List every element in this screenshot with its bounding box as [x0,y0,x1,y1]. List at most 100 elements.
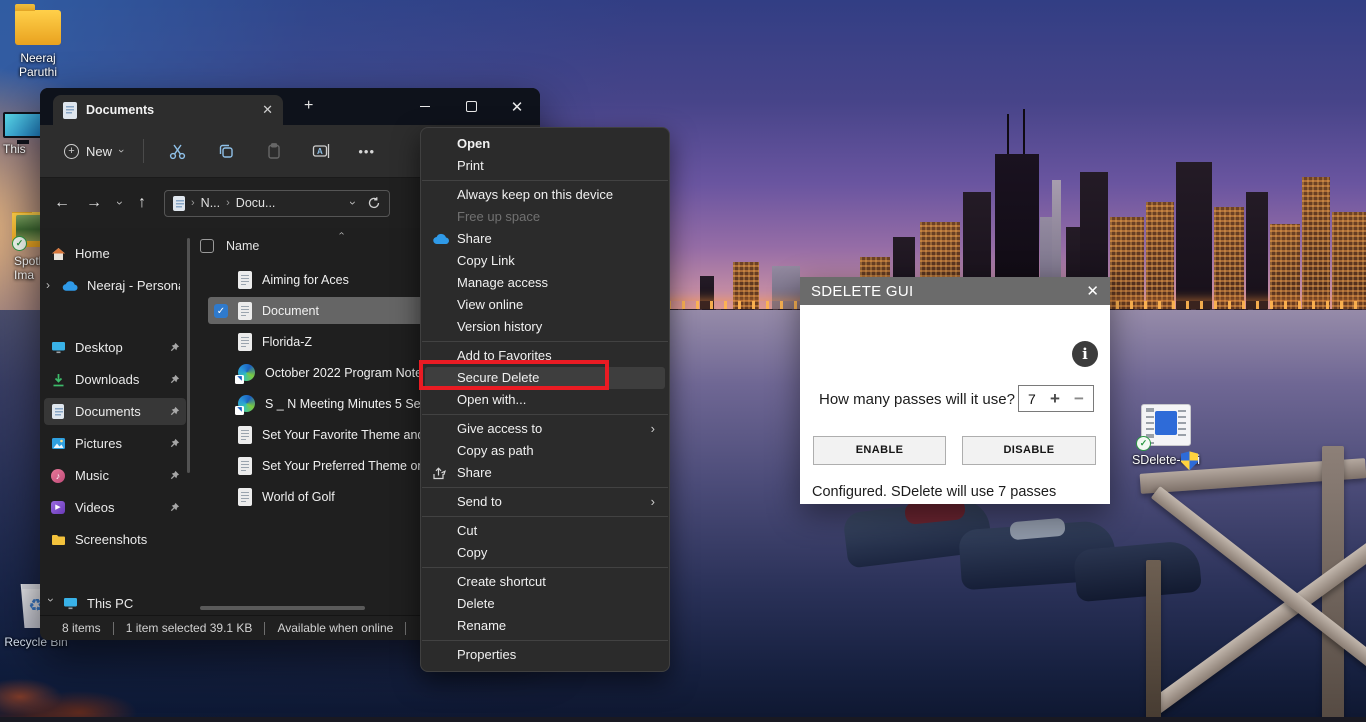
menu-item-share[interactable]: Share [425,462,665,484]
menu-item-delete[interactable]: Delete [425,593,665,615]
menu-separator [422,640,668,641]
rename-button[interactable]: A [298,142,346,160]
menu-item-properties[interactable]: Properties [425,644,665,666]
breadcrumb-separator: › [226,197,230,209]
context-menu: Open Print Always keep on this device Fr… [420,127,670,672]
sdelete-status-text: Configured. SDelete will use 7 passes [812,484,1056,500]
videos-icon: ▶ [50,501,66,514]
maximize-button[interactable] [448,88,494,125]
file-list-header[interactable]: Name [200,234,259,258]
select-all-checkbox[interactable] [200,239,214,253]
tab-documents[interactable]: Documents ✕ [53,95,283,125]
share-icon [432,462,447,484]
paste-button[interactable] [250,142,298,160]
menu-item-view-online[interactable]: View online [425,294,665,316]
explorer-sidebar: Home › Neeraj - Persona Desktop [40,228,196,615]
menu-item-always-keep[interactable]: Always keep on this device [425,184,665,206]
passes-question-label: How many passes will it use? [819,391,1015,408]
wallpaper-rocks [0,676,156,722]
new-tab-button[interactable]: + [304,97,313,115]
close-button[interactable]: ✕ [494,88,540,125]
toolbar-divider [143,139,144,163]
back-button[interactable]: ← [54,194,70,212]
address-dropdown-chevron[interactable]: › [346,201,360,205]
sidebar-item-onedrive[interactable]: Neeraj - Persona [56,272,186,299]
disable-button[interactable]: DISABLE [962,436,1096,465]
status-divider [264,622,265,635]
menu-item-version-history[interactable]: Version history [425,316,665,338]
tab-close-icon[interactable]: ✕ [262,102,273,118]
sort-ascending-icon[interactable]: › [336,232,347,235]
synced-check-icon: ✓ [1136,436,1151,451]
menu-item-print[interactable]: Print [425,155,665,177]
menu-item-send-to[interactable]: Send to› [425,491,665,513]
copy-button[interactable] [202,142,250,160]
sidebar-item-pictures[interactable]: Pictures [44,430,186,457]
menu-item-give-access-to[interactable]: Give access to› [425,418,665,440]
decrement-icon[interactable]: − [1074,389,1084,409]
sidebar-scrollbar[interactable] [187,238,190,473]
horizontal-scrollbar[interactable] [200,606,365,610]
recent-locations-chevron[interactable]: › [113,201,127,205]
enable-button[interactable]: ENABLE [813,436,946,465]
passes-value: 7 [1028,391,1036,407]
scissors-icon [168,142,187,161]
cut-button[interactable] [154,142,202,161]
passes-stepper[interactable]: 7 + − [1018,385,1094,412]
menu-item-share-onedrive[interactable]: Share [425,228,665,250]
onedrive-cloud-icon [62,280,78,292]
monitor-icon [3,112,43,138]
sidebar-item-home[interactable]: Home [44,240,186,267]
column-header-name[interactable]: Name [226,239,259,253]
close-icon[interactable]: ✕ [1086,282,1099,300]
menu-item-manage-access[interactable]: Manage access [425,272,665,294]
desktop: Neeraj Paruthi This ✓ Spotl Ima ♻ Recycl… [0,0,1366,722]
sidebar-item-this-pc[interactable]: This PC [56,590,186,617]
info-icon[interactable]: i [1072,341,1098,367]
menu-item-rename[interactable]: Rename [425,615,665,637]
pin-icon [169,406,180,417]
new-button[interactable]: + New › [54,138,133,165]
sidebar-item-screenshots[interactable]: Screenshots [44,526,186,553]
pin-icon [169,374,180,385]
sidebar-item-downloads[interactable]: Downloads [44,366,186,393]
menu-item-copy[interactable]: Copy [425,542,665,564]
sidebar-item-desktop[interactable]: Desktop [44,334,186,361]
menu-item-cut[interactable]: Cut [425,520,665,542]
new-button-label: New [86,144,112,159]
sidebar-item-documents[interactable]: Documents [44,398,186,425]
up-button[interactable]: ↑ [138,194,146,212]
desktop-icon-sdelete-gui[interactable]: ✓ SDelete-Gui [1128,404,1204,467]
menu-item-copy-link[interactable]: Copy Link [425,250,665,272]
sdelete-body: i How many passes will it use? 7 + − ENA… [800,305,1110,504]
menu-separator [422,341,668,342]
folder-icon [15,10,61,45]
menu-separator [422,180,668,181]
sidebar-item-music[interactable]: ♪ Music [44,462,186,489]
document-file-icon [238,488,252,506]
minimize-button[interactable] [402,88,448,125]
document-file-icon [238,271,252,289]
breadcrumb-segment[interactable]: N... [201,196,220,210]
sdelete-gui-window: SDELETE GUI ✕ i How many passes will it … [800,277,1110,504]
forward-button[interactable]: → [86,194,102,212]
increment-icon[interactable]: + [1050,389,1060,409]
more-options-button[interactable]: ••• [346,144,388,159]
menu-separator [422,516,668,517]
refresh-icon[interactable] [367,196,381,210]
menu-item-copy-as-path[interactable]: Copy as path [425,440,665,462]
breadcrumb-segment[interactable]: Docu... [236,196,276,210]
sidebar-item-videos[interactable]: ▶ Videos [44,494,186,521]
document-icon [173,196,185,211]
this-pc-icon [62,597,78,610]
desktop-icon-neeraj-paruthi[interactable]: Neeraj Paruthi [6,10,70,80]
sdelete-titlebar[interactable]: SDELETE GUI ✕ [800,277,1110,305]
secure-delete-annotation-box [419,360,609,390]
menu-item-open-with[interactable]: Open with... [425,389,665,411]
menu-item-open[interactable]: Open [425,133,665,155]
home-icon [50,247,66,261]
menu-item-create-shortcut[interactable]: Create shortcut [425,571,665,593]
checked-checkbox[interactable]: ✓ [214,304,228,318]
chevron-right-icon[interactable]: › [46,278,56,292]
address-bar[interactable]: › N... › Docu... › [164,190,390,217]
